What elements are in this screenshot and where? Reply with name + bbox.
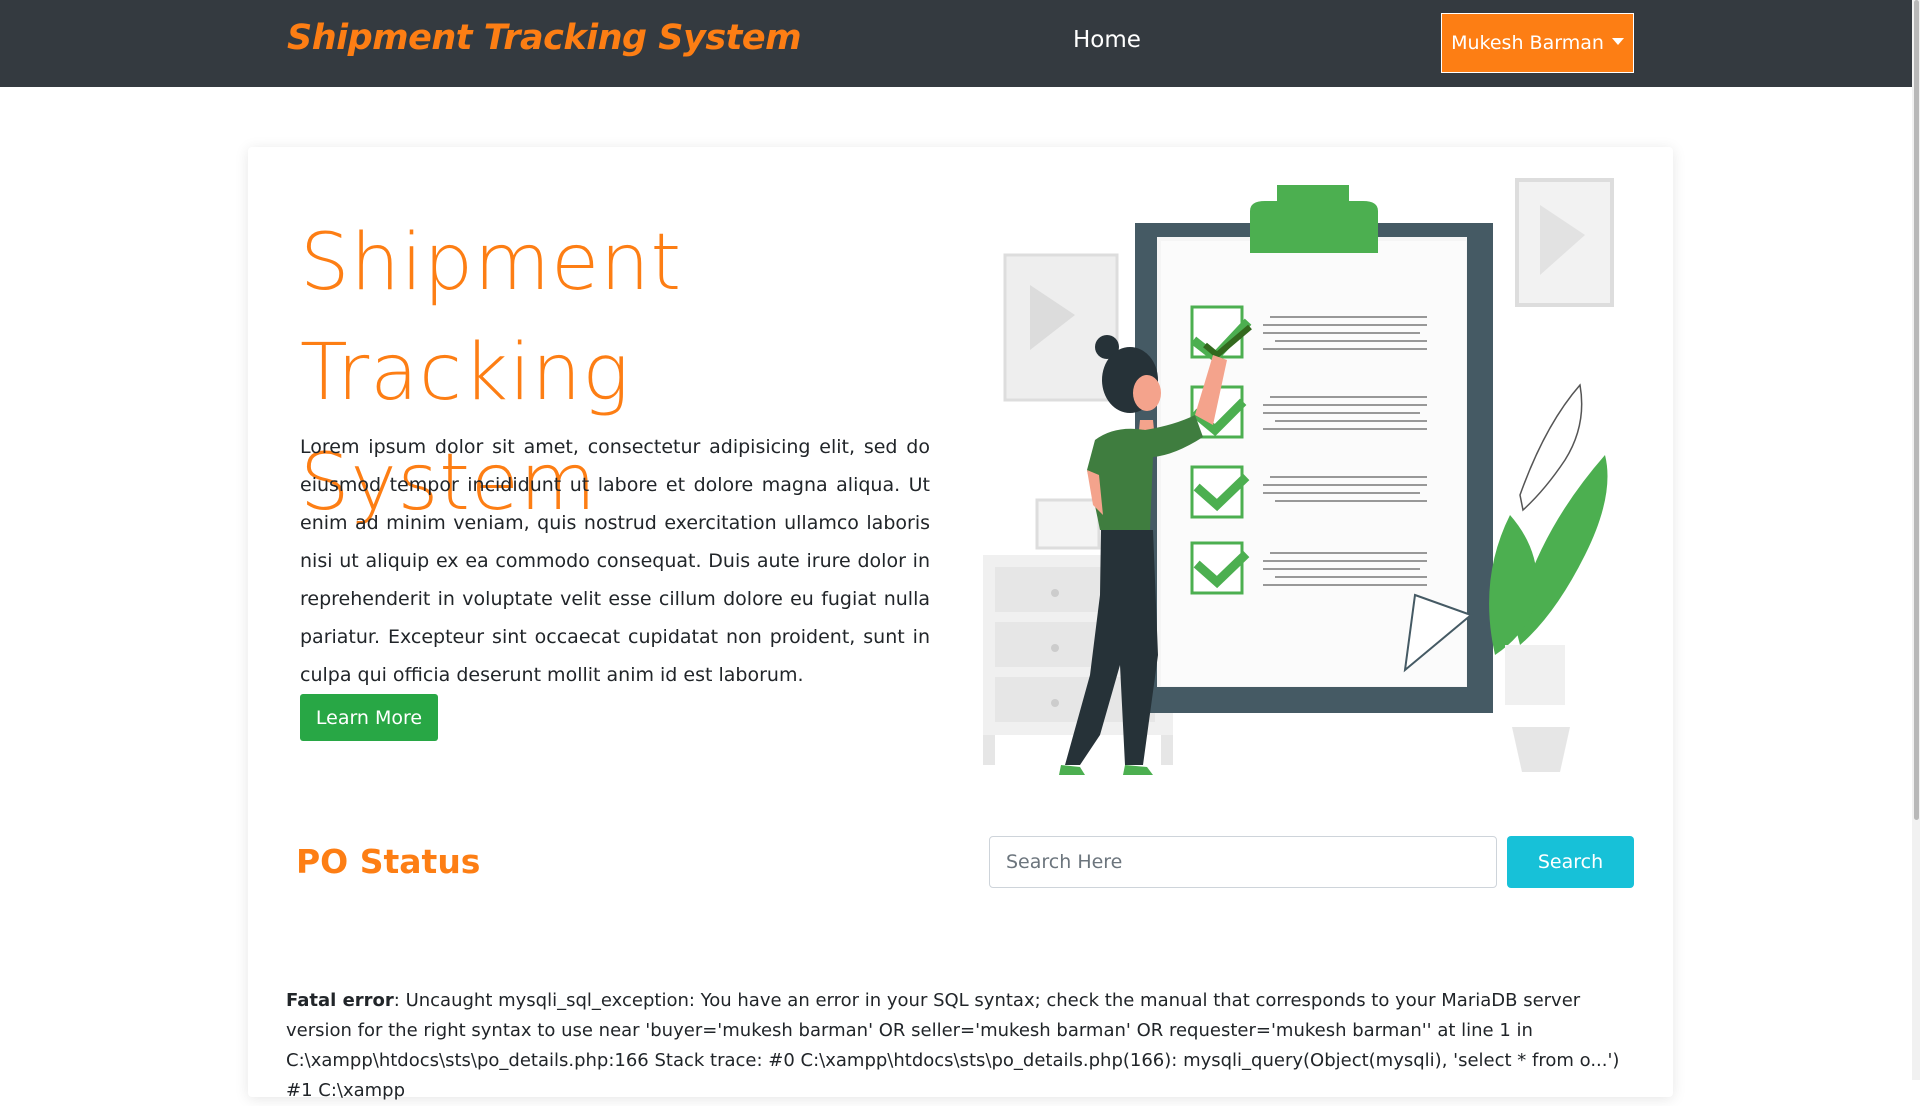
scrollbar-thumb[interactable] — [1914, 0, 1919, 820]
po-status-title: PO Status — [296, 842, 481, 881]
user-dropdown-button[interactable]: Mukesh Barman — [1441, 13, 1634, 73]
learn-more-button[interactable]: Learn More — [300, 694, 438, 741]
nav-home-link[interactable]: Home — [1073, 27, 1141, 53]
caret-down-icon — [1611, 37, 1624, 45]
top-navbar: Shipment Tracking System Home Mukesh Bar… — [0, 0, 1920, 87]
checklist-clipboard-illustration — [983, 178, 1614, 775]
error-message: Fatal error: Uncaught mysqli_sql_excepti… — [286, 986, 1626, 1106]
error-details: : Uncaught mysqli_sql_exception: You hav… — [286, 990, 1620, 1101]
search-input[interactable] — [989, 836, 1497, 888]
hero-title-line1: Shipment — [300, 218, 683, 308]
page-scrollbar[interactable] — [1912, 0, 1920, 1080]
search-button[interactable]: Search — [1507, 836, 1634, 888]
brand-logo-link[interactable]: Shipment Tracking System — [287, 18, 802, 58]
error-label: Fatal error — [286, 990, 394, 1011]
user-name-label: Mukesh Barman — [1451, 32, 1604, 54]
hero-description: Lorem ipsum dolor sit amet, consectetur … — [300, 436, 930, 686]
